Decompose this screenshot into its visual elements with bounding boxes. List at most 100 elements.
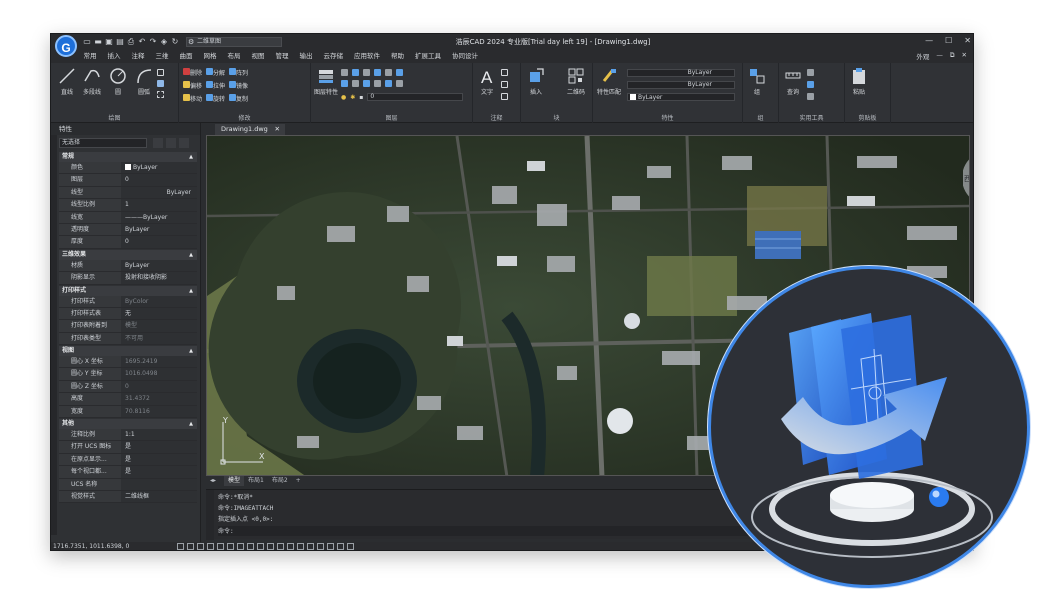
circle-button[interactable]: 圆	[107, 67, 129, 96]
calculator-icon[interactable]	[807, 69, 814, 76]
property-value[interactable]: 0	[121, 380, 197, 393]
property-section-header[interactable]: 其他 ▲	[59, 419, 197, 430]
collapse-caret-icon[interactable]: ▲	[189, 152, 193, 162]
property-value[interactable]: 是	[121, 466, 197, 478]
property-row[interactable]: 在原点显示... 是	[59, 453, 197, 467]
maximize-button[interactable]: ☐	[945, 36, 952, 45]
layer-tool-icon[interactable]	[374, 69, 381, 76]
measure-button[interactable]: 查询	[782, 67, 804, 96]
property-value[interactable]: 0	[121, 236, 197, 248]
property-row[interactable]: 线型比例 1	[59, 199, 197, 212]
property-row[interactable]: 宽度 70.8116	[59, 405, 197, 419]
property-row[interactable]: 圆心 Y 坐标 1016.0498	[59, 368, 197, 381]
property-value[interactable]: 是	[121, 441, 197, 453]
menu-apps[interactable]: 应用软件	[349, 50, 386, 63]
property-row[interactable]: 线型 ByLayer	[59, 186, 197, 200]
appearance-menu[interactable]: 外观	[916, 51, 929, 61]
layer-tool-icon[interactable]	[374, 80, 381, 87]
property-value[interactable]: 1016.0498	[121, 368, 197, 380]
property-row[interactable]: 图层 0	[59, 174, 197, 187]
property-row[interactable]: 打印表附着到 模型	[59, 320, 197, 333]
grid-toggle-icon[interactable]	[177, 543, 184, 550]
property-value[interactable]: ByColor	[121, 295, 197, 307]
property-row[interactable]: 透明度 ByLayer	[59, 223, 197, 237]
erase-button[interactable]: 删除	[190, 70, 202, 77]
property-value[interactable]: 31.4372	[121, 393, 197, 405]
layer-tool-icon[interactable]	[363, 69, 370, 76]
menu-cloud[interactable]: 云存储	[318, 50, 349, 63]
property-value[interactable]: 1	[121, 199, 197, 211]
property-section-header[interactable]: 打印样式 ▲	[59, 285, 197, 296]
property-row[interactable]: 厚度 0	[59, 236, 197, 249]
osnap-toggle-icon[interactable]	[217, 543, 224, 550]
menu-mesh[interactable]: 网格	[198, 50, 222, 63]
leader-icon[interactable]	[501, 81, 508, 88]
property-value[interactable]: 投射和接收阴影	[121, 272, 197, 284]
menu-layout[interactable]: 布局	[222, 50, 246, 63]
layer-tool-icon[interactable]	[396, 69, 403, 76]
property-value[interactable]: ByLayer	[121, 186, 197, 199]
clean-screen-icon[interactable]	[347, 543, 354, 550]
qrcode-button[interactable]: 二维码	[565, 67, 587, 96]
workspace-switch-icon[interactable]	[307, 543, 314, 550]
lock-ui-icon[interactable]	[317, 543, 324, 550]
doc-minimize-button[interactable]: —	[936, 51, 943, 61]
copy-button[interactable]: 复制	[236, 96, 248, 103]
doc-close-button[interactable]: ✕	[962, 51, 967, 61]
isolate-icon[interactable]	[327, 543, 334, 550]
property-row[interactable]: 注释比例 1:1	[59, 429, 197, 442]
paste-button[interactable]: 粘贴	[848, 67, 870, 96]
property-value[interactable]: ByLayer	[121, 162, 197, 174]
property-row[interactable]: 圆心 Z 坐标 0	[59, 380, 197, 394]
menu-insert[interactable]: 插入	[102, 50, 126, 63]
id-icon[interactable]	[807, 93, 814, 100]
menu-output[interactable]: 输出	[294, 50, 318, 63]
property-value[interactable]: 二维线框	[121, 490, 197, 503]
array-button[interactable]: 阵列	[236, 70, 248, 77]
property-row[interactable]: 每个视口都... 是	[59, 466, 197, 479]
property-section-header[interactable]: 常规 ▲	[59, 152, 197, 162]
annotation-scale-icon[interactable]	[297, 543, 304, 550]
layer-tool-icon[interactable]	[363, 80, 370, 87]
compass-west[interactable]: 西	[964, 174, 969, 184]
collapse-caret-icon[interactable]: ▲	[189, 250, 193, 260]
property-value[interactable]: 模型	[121, 320, 197, 332]
property-value[interactable]: 70.8116	[121, 405, 197, 418]
property-section-header[interactable]: 三维效果 ▲	[59, 249, 197, 260]
property-row[interactable]: 打印样式表无	[59, 307, 197, 321]
polyline-button[interactable]: 多段线	[81, 67, 103, 96]
layer-tool-icon[interactable]	[385, 69, 392, 76]
point-icon[interactable]	[807, 81, 814, 88]
property-row[interactable]: 高度 31.4372	[59, 393, 197, 406]
dyn-toggle-icon[interactable]	[247, 543, 254, 550]
add-layout-button[interactable]: +	[292, 476, 305, 486]
minimize-button[interactable]: —	[925, 36, 933, 45]
property-row[interactable]: 打印表类型 不可用	[59, 332, 197, 346]
property-row[interactable]: 阴影显示 投射和接收阴影	[59, 272, 197, 285]
palette-side-strip[interactable]	[51, 135, 57, 535]
property-value[interactable]: 不可用	[121, 332, 197, 345]
property-value[interactable]: 无	[121, 307, 197, 320]
dimension-icon[interactable]	[501, 69, 508, 76]
property-value[interactable]: ByLayer	[121, 259, 197, 272]
text-button[interactable]: A 文字	[476, 67, 498, 96]
menu-annotate[interactable]: 注释	[126, 50, 150, 63]
property-value[interactable]: 是	[121, 453, 197, 466]
collapse-caret-icon[interactable]: ▲	[189, 346, 193, 356]
insert-block-button[interactable]: 插入	[525, 67, 547, 96]
menu-collab[interactable]: 协同设计	[447, 50, 484, 63]
property-row[interactable]: 材质 ByLayer	[59, 259, 197, 273]
property-row[interactable]: 颜色 ByLayer	[59, 162, 197, 175]
property-row[interactable]: 圆心 X 坐标 1695.2419	[59, 356, 197, 369]
menu-view[interactable]: 视图	[246, 50, 270, 63]
boundary-icon[interactable]	[157, 91, 164, 98]
view-cube[interactable]: 北 南 东 西 上	[962, 151, 969, 205]
table-icon[interactable]	[501, 93, 508, 100]
tab-layout1[interactable]: 布局1	[244, 476, 268, 486]
line-button[interactable]: 直线	[56, 67, 78, 96]
otrack-toggle-icon[interactable]	[227, 543, 234, 550]
menu-manage[interactable]: 管理	[270, 50, 294, 63]
selection-cycle-icon[interactable]	[287, 543, 294, 550]
layer-dropdown[interactable]: 0	[367, 93, 464, 101]
lineweight-dropdown[interactable]: ByLayer	[627, 93, 735, 101]
